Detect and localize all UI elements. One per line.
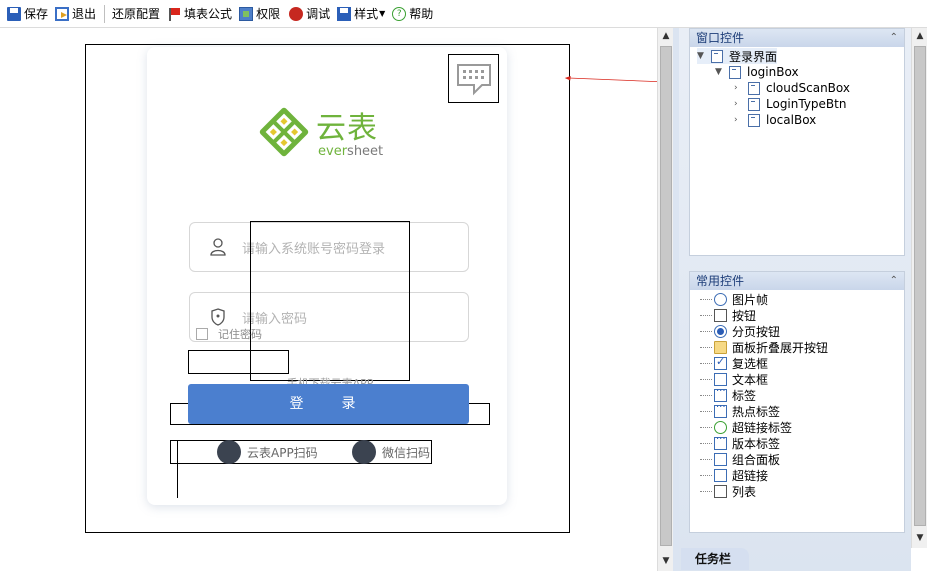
exit-button[interactable]: 退出 — [52, 3, 99, 25]
flag-icon — [167, 7, 181, 21]
scroll-down-icon[interactable]: ▼ — [658, 553, 674, 569]
selection-outline-remember — [188, 350, 289, 374]
control-collapse-button[interactable]: 面板折叠展开按钮 — [700, 339, 828, 355]
label-icon — [714, 386, 727, 402]
help-icon: ? — [392, 6, 407, 21]
wechat-icon — [352, 440, 376, 464]
page-icon — [711, 49, 723, 63]
common-controls-header[interactable]: 常用控件 ⌃ — [690, 272, 904, 290]
toolbar-divider — [104, 4, 106, 23]
hotspot-label-icon — [714, 402, 727, 418]
control-hyperlink-label[interactable]: 超链接标签 — [700, 419, 792, 435]
checkbox-icon — [714, 355, 727, 370]
control-version-label[interactable]: 版本标签 — [700, 434, 780, 451]
image-frame-icon — [714, 292, 727, 306]
scroll-thumb[interactable] — [660, 46, 672, 546]
scroll-up-icon[interactable]: ▲ — [912, 28, 927, 44]
style-button[interactable]: 样式 ▼ — [334, 3, 388, 25]
control-page-button[interactable]: 分页按钮 — [700, 323, 780, 339]
control-hotspot-label[interactable]: 热点标签 — [700, 402, 780, 419]
permission-icon — [239, 6, 254, 21]
save-button[interactable]: 保存 — [4, 3, 51, 25]
collapse-icon[interactable]: ⌃ — [890, 272, 898, 290]
scan-app-button[interactable]: 云表APP扫码 — [217, 440, 318, 464]
control-label[interactable]: 标签 — [700, 386, 756, 403]
cursor-icon — [714, 308, 727, 322]
window-controls-header[interactable]: 窗口控件 ⌃ — [690, 29, 904, 47]
save-icon — [7, 6, 21, 21]
control-textbox[interactable]: 文本框 — [700, 371, 768, 387]
debug-button[interactable]: 调试 — [284, 3, 333, 25]
toolbar: 保存 退出 还原配置 填表公式 权限 调试 样式 ▼ ? 帮助 — [0, 0, 927, 28]
permission-button[interactable]: 权限 — [236, 3, 283, 25]
bug-icon — [289, 6, 304, 21]
page-icon — [748, 113, 760, 127]
control-checkbox[interactable]: 复选框 — [700, 355, 768, 371]
tree-node-cloudscanbox[interactable]: › cloudScanBox — [734, 80, 850, 96]
phone-icon — [217, 440, 241, 464]
tree-node-login-page[interactable]: ▼ 登录界面 — [697, 48, 778, 64]
expand-icon[interactable]: ▼ — [715, 67, 723, 77]
help-button[interactable]: ? 帮助 — [389, 3, 436, 25]
control-button[interactable]: 按钮 — [700, 307, 756, 323]
textbox-icon — [714, 372, 727, 386]
expand-icon[interactable]: ▼ — [697, 51, 705, 61]
taskbar-tab[interactable]: 任务栏 — [681, 548, 749, 570]
scroll-down-icon[interactable]: ▼ — [912, 530, 927, 546]
right-panel-scrollbar[interactable]: ▲ ▼ — [911, 28, 927, 548]
collapse-icon[interactable]: ⌃ — [890, 29, 898, 47]
tree-node-localbox[interactable]: › localBox — [734, 112, 816, 128]
login-type-toggle[interactable] — [448, 54, 499, 103]
control-list[interactable]: 列表 — [700, 483, 756, 499]
control-image-frame[interactable]: 图片帧 — [700, 291, 768, 307]
panel-icon — [714, 452, 727, 466]
exit-icon — [55, 6, 70, 21]
logo-text-en: eversheet — [318, 144, 384, 159]
hyperlink-label-icon — [714, 420, 727, 434]
logo-text-cn: 云表 — [316, 111, 378, 146]
radio-icon — [714, 324, 727, 338]
tree-node-loginbox[interactable]: ▼ loginBox — [715, 64, 799, 80]
control-panel[interactable]: 组合面板 — [700, 451, 780, 467]
login-button[interactable]: 登 录 — [188, 384, 469, 424]
formula-button[interactable]: 填表公式 — [164, 3, 235, 25]
tree-node-logintypebtn[interactable]: › LoginTypeBtn — [734, 96, 846, 112]
remember-password[interactable]: 记住密码 — [189, 322, 262, 346]
hyperlink-icon — [714, 468, 727, 482]
canvas-scrollbar[interactable]: ▲ ▼ — [657, 28, 673, 571]
chevron-right-icon[interactable]: › — [734, 115, 742, 125]
chevron-right-icon[interactable]: › — [734, 83, 742, 93]
keyboard-icon — [456, 63, 491, 95]
scroll-up-icon[interactable]: ▲ — [658, 28, 674, 44]
page-icon — [748, 81, 760, 95]
page-icon — [729, 65, 741, 79]
user-icon — [210, 238, 226, 256]
list-icon — [714, 484, 727, 498]
version-label-icon — [714, 434, 727, 450]
restore-config-button[interactable]: 还原配置 — [109, 3, 163, 25]
chevron-right-icon[interactable]: › — [734, 99, 742, 109]
control-hyperlink[interactable]: 超链接 — [700, 467, 768, 483]
style-icon — [337, 6, 352, 21]
remember-checkbox[interactable] — [196, 328, 208, 340]
link-page-icon — [748, 97, 760, 111]
guide-line — [177, 440, 178, 498]
scan-wechat-button[interactable]: 微信扫码 — [352, 440, 430, 464]
folder-icon — [714, 340, 727, 354]
chevron-down-icon: ▼ — [379, 9, 386, 18]
scroll-thumb[interactable] — [914, 46, 926, 526]
